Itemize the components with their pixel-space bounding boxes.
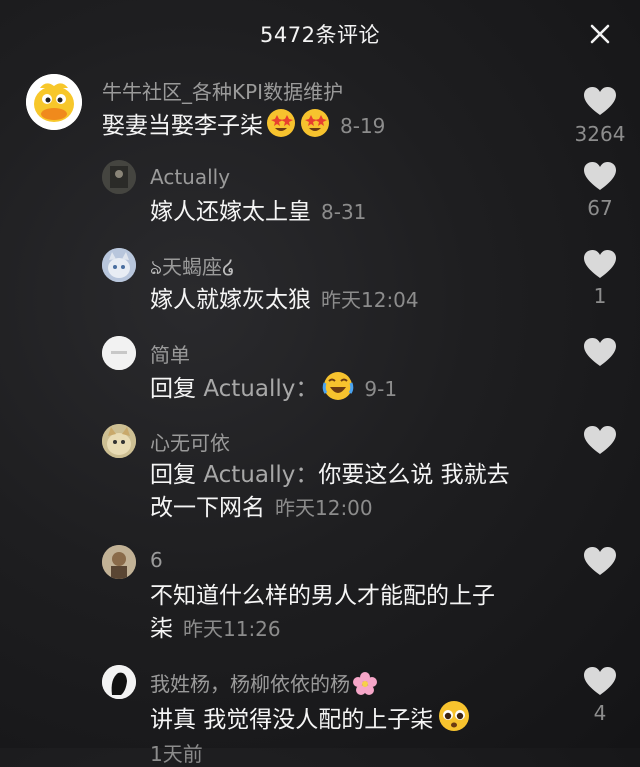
comment-item: 心无可依 回复 Actually：你要这么说 我就去 改一下网名 昨天12:00 (0, 419, 640, 539)
heart-icon[interactable] (583, 161, 617, 191)
comment-time: 8-19 (340, 114, 386, 138)
comment-text: 嫁人还嫁太上皇 8-31 (150, 196, 366, 229)
comment-time: 9-1 (364, 377, 398, 401)
heart-icon[interactable] (583, 546, 617, 576)
comment-author[interactable]: 我姓杨，杨柳依依的杨 (150, 668, 378, 700)
reply-to-user[interactable]: Actually： (203, 376, 318, 402)
comment-item: Actually 嫁人还嫁太上皇 8-31 67 (0, 155, 640, 245)
comment-author[interactable]: 简单 (150, 339, 190, 368)
comment-item: 牛牛社区_各种KPI数据维护 娶妻当娶李子柒 8-19 3264 (0, 66, 640, 156)
comment-body: 柒 (150, 616, 173, 642)
cherry-blossom-icon (352, 671, 378, 700)
comment-text: 讲真 我觉得没人配的上子柒 (150, 700, 471, 742)
avatar[interactable] (102, 160, 136, 194)
comment-text-line2: 柒昨天11:26 (150, 613, 281, 646)
heart-icon[interactable] (583, 425, 617, 455)
comment-author[interactable]: 心无可依 (150, 427, 230, 456)
comment-text: 嫁人就嫁灰太狼 昨天12:04 (150, 284, 419, 317)
pleading-face-emoji-icon (437, 700, 471, 742)
comment-time: 1天前 (150, 742, 203, 766)
comment-body: 改一下网名 (150, 495, 265, 521)
comment-body: 娶妻当娶李子柒 (102, 113, 263, 139)
heart-icon[interactable] (583, 86, 617, 116)
comment-time: 昨天11:26 (183, 617, 281, 641)
comments-header: 5472条评论 (0, 0, 640, 66)
comment-author[interactable]: 牛牛社区_各种KPI数据维护 (102, 76, 343, 105)
comment-time: 昨天12:04 (321, 288, 419, 312)
swirl-ornament-icon: ঌ (150, 255, 163, 279)
like-count: 1 (593, 284, 607, 308)
swirl-ornament-icon: ໒ (222, 255, 235, 279)
avatar[interactable] (102, 665, 136, 699)
comment-item: ঌ天蝎座໒ 嫁人就嫁灰太狼 昨天12:04 1 (0, 243, 640, 333)
heart-icon[interactable] (583, 337, 617, 367)
avatar[interactable] (102, 545, 136, 579)
reply-prefix: 回复 (150, 462, 204, 488)
reply-prefix: 回复 (150, 376, 204, 402)
comment-text: 回复 Actually：你要这么说 我就去 (150, 459, 510, 492)
comment-time: 8-31 (321, 200, 367, 224)
avatar[interactable] (26, 74, 82, 130)
close-icon[interactable] (587, 21, 613, 47)
reply-to-user[interactable]: Actually： (203, 462, 318, 488)
comment-item: 6 不知道什么样的男人才能配的上子 柒昨天11:26 (0, 540, 640, 660)
starstruck-emoji-icon (266, 108, 330, 148)
avatar[interactable] (102, 424, 136, 458)
comment-item: 我姓杨，杨柳依依的杨 讲真 我觉得没人配的上子柒 4 1天前 (0, 660, 640, 766)
comment-body: 你要这么说 我就去 (318, 462, 510, 488)
like-count: 4 (593, 701, 607, 725)
heart-icon[interactable] (583, 666, 617, 696)
comment-count-title: 5472条评论 (260, 23, 380, 47)
laughing-tears-emoji-icon (322, 371, 354, 411)
comment-text: 不知道什么样的男人才能配的上子 (150, 580, 495, 613)
comment-item: 简单 回复 Actually： 9-1 (0, 331, 640, 419)
comment-text-line2: 改一下网名 昨天12:00 (150, 492, 373, 525)
comment-author[interactable]: 6 (150, 548, 163, 572)
comment-text: 回复 Actually： 9-1 (150, 371, 397, 411)
like-count: 3264 (574, 122, 626, 146)
comment-author[interactable]: Actually (150, 165, 230, 189)
comment-time: 昨天12:00 (275, 496, 373, 520)
comment-body: 嫁人还嫁太上皇 (150, 199, 311, 225)
avatar[interactable] (102, 336, 136, 370)
comment-author[interactable]: ঌ天蝎座໒ (150, 251, 235, 286)
comment-body: 讲真 我觉得没人配的上子柒 (150, 707, 434, 733)
comment-text: 娶妻当娶李子柒 8-19 (102, 108, 385, 148)
comment-body: 不知道什么样的男人才能配的上子 (150, 583, 495, 609)
like-count: 67 (587, 196, 613, 220)
heart-icon[interactable] (583, 249, 617, 279)
avatar[interactable] (102, 248, 136, 282)
comment-body: 嫁人就嫁灰太狼 (150, 287, 311, 313)
